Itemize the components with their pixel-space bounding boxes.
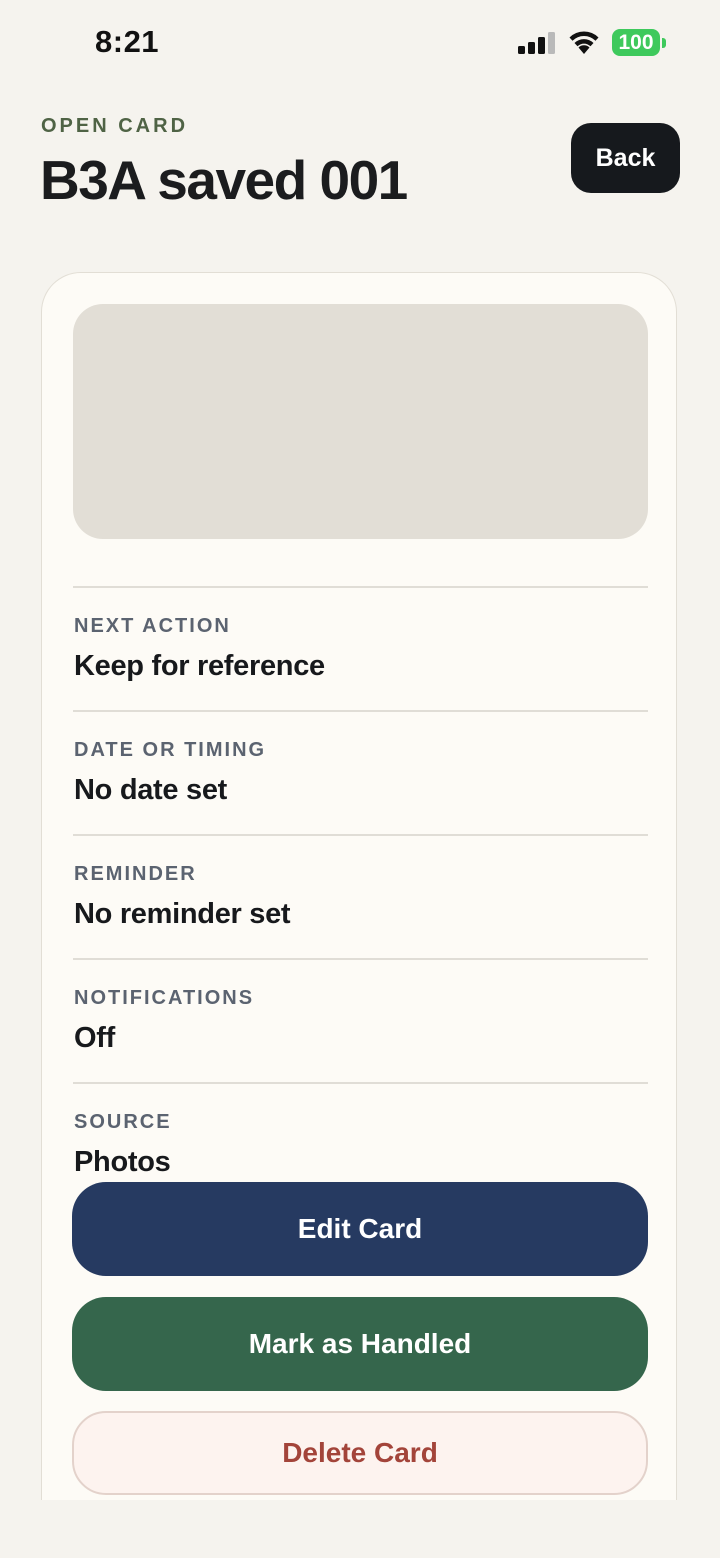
field-label-reminder: REMINDER	[74, 863, 197, 885]
divider	[73, 710, 648, 712]
wifi-icon	[569, 31, 599, 54]
delete-card-button[interactable]: Delete Card	[72, 1411, 648, 1495]
field-value-date: No date set	[74, 774, 228, 806]
battery-tip	[662, 38, 666, 48]
status-bar: 8:21 100	[0, 0, 720, 86]
card-image-placeholder	[73, 304, 648, 539]
field-label-date: DATE OR TIMING	[74, 739, 267, 761]
page-bottom-fade	[0, 1500, 720, 1558]
status-time: 8:21	[95, 24, 160, 59]
field-label-notifications: NOTIFICATIONS	[74, 987, 255, 1009]
field-label-next-action: NEXT ACTION	[74, 615, 231, 637]
divider	[73, 958, 648, 960]
battery-icon: 100	[612, 29, 666, 56]
back-button[interactable]: Back	[571, 123, 680, 193]
field-label-source: SOURCE	[74, 1111, 172, 1133]
mark-handled-button[interactable]: Mark as Handled	[72, 1297, 648, 1391]
field-value-notifications: Off	[74, 1022, 115, 1054]
edit-card-button[interactable]: Edit Card	[72, 1182, 648, 1276]
divider	[73, 586, 648, 588]
divider	[73, 1082, 648, 1084]
cellular-signal-icon	[518, 32, 555, 54]
page-eyebrow: OPEN CARD	[41, 115, 189, 137]
page-title: B3A saved 001	[40, 149, 408, 211]
divider	[73, 834, 648, 836]
field-value-source: Photos	[74, 1146, 171, 1178]
field-value-reminder: No reminder set	[74, 898, 291, 930]
field-value-next-action: Keep for reference	[74, 650, 325, 682]
battery-level: 100	[612, 29, 660, 56]
